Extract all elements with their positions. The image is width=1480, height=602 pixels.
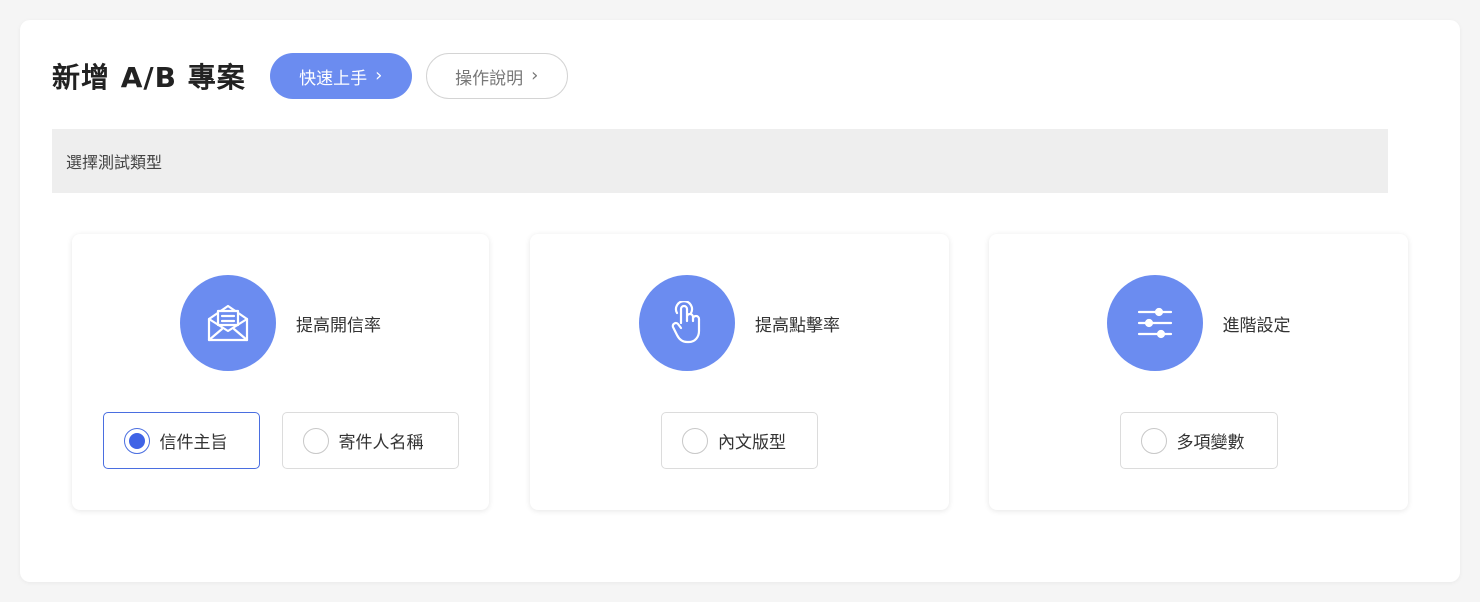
- card-title: 提高開信率: [296, 315, 381, 336]
- option-label: 信件主旨: [159, 433, 228, 453]
- radio-button[interactable]: [1140, 427, 1167, 454]
- radio-button[interactable]: [123, 427, 150, 454]
- card-advanced-settings: 進階設定 多項變數: [989, 234, 1408, 510]
- option-subject[interactable]: 信件主旨: [102, 412, 260, 469]
- card-title: 提高點擊率: [755, 315, 840, 336]
- chevron-right-icon: ›: [375, 65, 383, 86]
- card-title: 進階設定: [1222, 315, 1291, 336]
- section-header: 選擇測試類型: [52, 129, 1388, 193]
- sliders-icon: [1106, 275, 1203, 371]
- radio-button[interactable]: [302, 427, 329, 454]
- option-body-layout[interactable]: 內文版型: [661, 412, 818, 469]
- page-title: 新增 A/B 專案: [52, 61, 246, 94]
- help-button[interactable]: 操作說明 ›: [425, 53, 568, 99]
- chevron-right-icon: ›: [531, 65, 539, 86]
- card-click-rate: 提高點擊率 內文版型: [530, 234, 949, 510]
- option-label: 寄件人名稱: [338, 433, 424, 453]
- card-open-rate: 提高開信率 信件主旨 寄件人名稱: [72, 234, 489, 510]
- section-label: 選擇測試類型: [66, 153, 163, 172]
- option-label: 多項變數: [1176, 433, 1245, 453]
- option-label: 內文版型: [718, 433, 786, 453]
- option-sender-name[interactable]: 寄件人名稱: [281, 412, 459, 469]
- quick-start-button[interactable]: 快速上手 ›: [269, 53, 412, 99]
- radio-button[interactable]: [682, 427, 708, 454]
- page-header: 新增 A/B 專案 快速上手 › 操作說明 ›: [52, 52, 568, 100]
- radio-selected-dot: [128, 432, 145, 449]
- quick-start-label: 快速上手: [299, 68, 368, 89]
- help-label: 操作說明: [455, 68, 524, 89]
- pointer-hand-icon: [639, 275, 735, 371]
- open-envelope-icon: [180, 275, 276, 371]
- option-multivariate[interactable]: 多項變數: [1119, 412, 1278, 469]
